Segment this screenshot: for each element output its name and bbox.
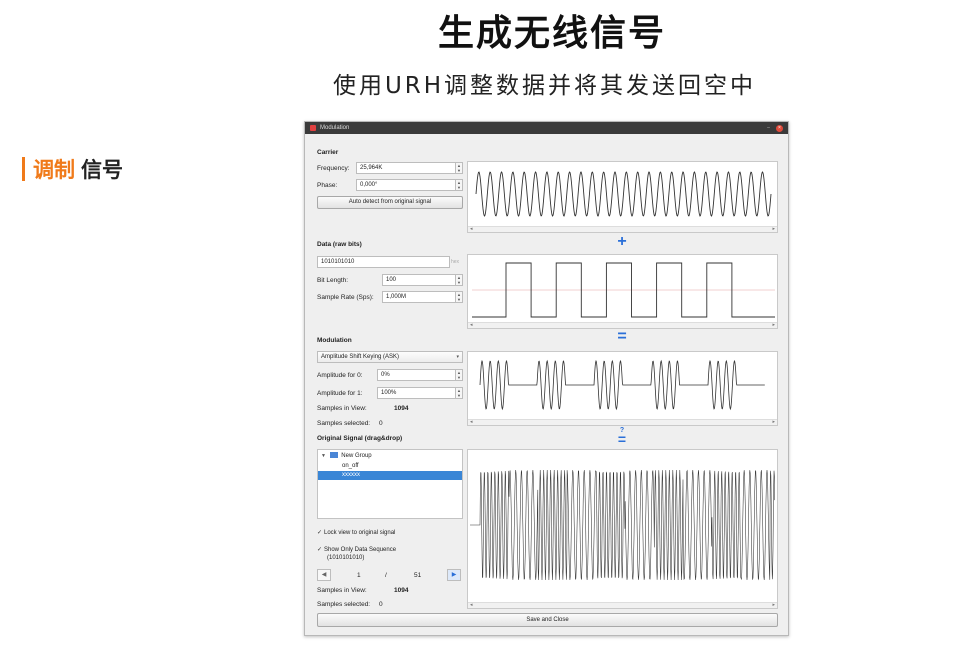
frequency-spin-icon[interactable]: ▲ ▼ xyxy=(456,162,463,174)
plus-icon: + xyxy=(617,233,627,250)
checkmark-icon: ✓ xyxy=(317,547,323,553)
modulated-plot[interactable]: ◂ ▸ xyxy=(467,351,778,426)
save-and-close-button[interactable]: Save and Close xyxy=(317,613,778,627)
autodetect-button[interactable]: Auto detect from original signal xyxy=(317,196,463,209)
samples-in-view-label: Samples in View: xyxy=(317,405,367,412)
carrier-plot[interactable]: ◂ ▸ xyxy=(467,161,778,233)
phase-spin-icon[interactable]: ▲ ▼ xyxy=(456,179,463,191)
data-format-suffix: hex xyxy=(451,259,460,265)
frequency-input[interactable]: 25,964K xyxy=(356,162,456,174)
tree-group-row[interactable]: ▼ New Group xyxy=(318,452,462,461)
orig-samples-selected-value: 0 xyxy=(379,601,383,608)
lock-view-label: Lock view to original signal xyxy=(324,530,396,536)
approx-equals-icon: ? = xyxy=(612,427,632,447)
modulation-type-value: Amplitude Shift Keying (ASK) xyxy=(321,354,400,360)
nav-separator: / xyxy=(385,572,387,579)
amplitude1-spin-icon[interactable]: ▲ ▼ xyxy=(456,387,463,399)
equals-sign: = xyxy=(617,431,627,447)
amplitude0-input[interactable]: 0% xyxy=(377,369,456,381)
lock-view-checkbox[interactable]: ✓ Lock view to original signal xyxy=(317,529,395,536)
samples-selected-label: Samples selected: xyxy=(317,420,371,427)
checkmark-icon: ✓ xyxy=(317,530,323,536)
dialog-title: Modulation xyxy=(320,125,350,131)
show-only-label: Show Only Data Sequence xyxy=(324,547,397,553)
orig-samples-selected-label: Samples selected: xyxy=(317,601,371,608)
original-signal-waveform xyxy=(470,469,775,581)
tree-item-on-off[interactable]: on_off xyxy=(318,462,462,471)
amplitude1-label: Amplitude for 1: xyxy=(317,390,363,397)
previous-icon[interactable]: ◀ xyxy=(317,569,331,581)
nav-current: 1 xyxy=(357,572,361,579)
phase-input[interactable]: 0,000° xyxy=(356,179,456,191)
amplitude0-spin-icon[interactable]: ▲ ▼ xyxy=(456,369,463,381)
original-signal-header: Original Signal (drag&drop) xyxy=(317,435,403,442)
tree-item-selected[interactable]: xxxxxx xyxy=(318,471,462,480)
carrier-sine-line xyxy=(475,171,772,217)
modulation-type-select[interactable]: Amplitude Shift Keying (ASK) ▾ xyxy=(317,351,463,363)
carrier-plot-scrollbar[interactable]: ◂ ▸ xyxy=(468,226,777,232)
ask-modulated-line xyxy=(479,359,765,411)
sample-rate-label: Sample Rate (Sps): xyxy=(317,294,374,301)
carrier-waveform xyxy=(475,171,772,217)
original-signal-plot[interactable]: ◂ ▸ xyxy=(467,449,778,609)
slide-title: 生成无线信号 xyxy=(437,13,666,54)
group-folder-icon xyxy=(329,452,338,458)
orig-samples-in-view-label: Samples in View: xyxy=(317,587,367,594)
section-label-orange: 调制 xyxy=(33,158,75,182)
carrier-header: Carrier xyxy=(317,149,339,156)
expand-arrow-icon[interactable]: ▼ xyxy=(321,453,326,459)
phase-label: Phase: xyxy=(317,182,338,189)
signal-tree[interactable]: ▼ New Group on_off xxxxxx xyxy=(317,449,463,519)
tree-group-label: New Group xyxy=(341,453,372,459)
orig-samples-in-view-value: 1094 xyxy=(394,587,409,594)
modulation-dialog: Modulation – × Carrier Frequency: 25,964… xyxy=(304,121,789,636)
slide-subtitle: 使用URH调整数据并将其发送回空中 xyxy=(332,73,757,99)
bit-length-input[interactable]: 100 xyxy=(382,274,456,286)
show-only-checkbox[interactable]: ✓ Show Only Data Sequence xyxy=(317,546,396,553)
next-icon[interactable]: ▶ xyxy=(447,569,461,581)
modulated-waveform xyxy=(479,359,765,411)
sample-rate-spin-icon[interactable]: ▲ ▼ xyxy=(456,291,463,303)
bit-length-label: Bit Length: xyxy=(317,277,349,284)
section-accent-bar xyxy=(22,157,25,181)
amplitude1-input[interactable]: 100% xyxy=(377,387,456,399)
modulated-plot-scrollbar[interactable]: ◂ ▸ xyxy=(468,419,777,425)
nav-total: 51 xyxy=(414,572,422,579)
section-label-dark: 信号 xyxy=(81,158,123,182)
frequency-label: Frequency: xyxy=(317,165,350,172)
data-bits-waveform xyxy=(472,262,775,318)
original-signal-line xyxy=(470,469,775,581)
dialog-titlebar: Modulation – × xyxy=(305,122,788,134)
amplitude0-label: Amplitude for 0: xyxy=(317,372,363,379)
modulation-header: Modulation xyxy=(317,337,352,344)
samples-in-view-value: 1094 xyxy=(394,405,409,412)
original-plot-scrollbar[interactable]: ◂ ▸ xyxy=(468,602,777,608)
section-label: 调制 信号 xyxy=(22,154,123,184)
equals-icon: = xyxy=(617,328,627,345)
dropdown-arrow-icon: ▾ xyxy=(456,354,459,360)
data-plot[interactable]: ◂ ▸ xyxy=(467,254,778,329)
data-header: Data (raw bits) xyxy=(317,241,362,248)
data-bits-input[interactable]: 1010101010 xyxy=(317,256,450,268)
close-icon[interactable]: × xyxy=(776,124,783,132)
app-icon xyxy=(310,125,316,131)
minimize-icon[interactable]: – xyxy=(765,125,772,132)
sample-rate-input[interactable]: 1,000M xyxy=(382,291,456,303)
show-only-sublabel: (1010101010) xyxy=(327,555,365,561)
samples-selected-value: 0 xyxy=(379,420,383,427)
bit-length-spin-icon[interactable]: ▲ ▼ xyxy=(456,274,463,286)
